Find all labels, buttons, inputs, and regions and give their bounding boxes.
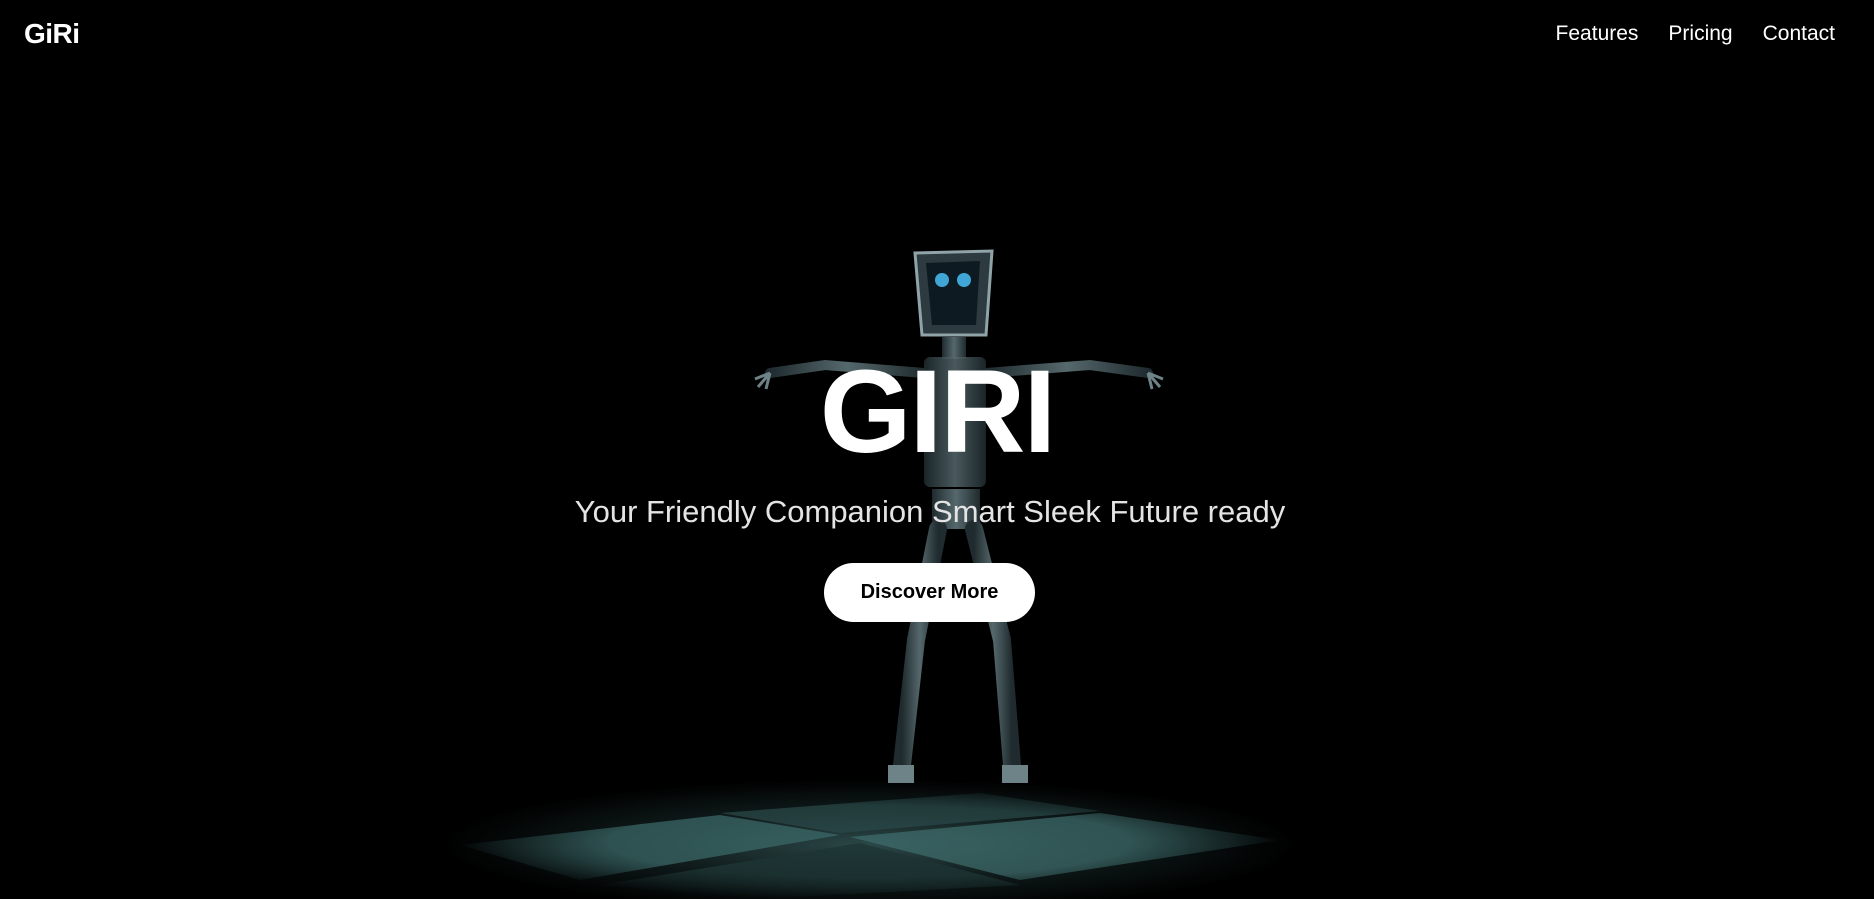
brand-logo[interactable]: GiRi (24, 18, 80, 50)
top-navbar: GiRi Features Pricing Contact (0, 0, 1874, 72)
nav-links: Features Pricing Contact (1556, 22, 1835, 46)
nav-link-pricing[interactable]: Pricing (1668, 22, 1732, 46)
robot-illustration (754, 249, 1164, 783)
discover-more-button[interactable]: Discover More (824, 563, 1035, 622)
hero-subtitle: Your Friendly Companion Smart Sleek Futu… (574, 494, 1286, 529)
nav-link-features[interactable]: Features (1556, 22, 1639, 46)
nav-link-contact[interactable]: Contact (1763, 22, 1835, 46)
hero-title: GIRI (819, 346, 1057, 478)
